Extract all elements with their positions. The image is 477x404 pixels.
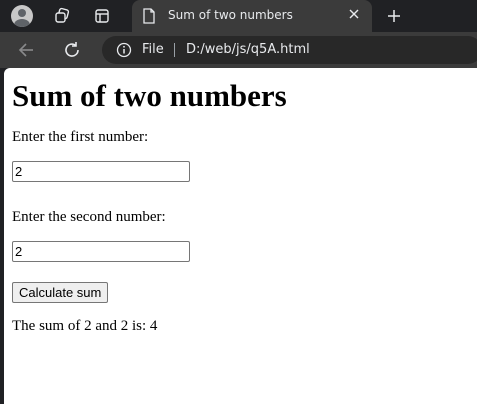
- url-text[interactable]: D:/web/js/q5A.html: [186, 42, 310, 57]
- navigation-toolbar: File D:/web/js/q5A.html: [0, 32, 477, 68]
- close-tab-icon[interactable]: [346, 8, 362, 24]
- second-number-label: Enter the second number:: [12, 209, 166, 225]
- first-number-input[interactable]: [12, 161, 190, 182]
- page-icon: [142, 8, 156, 28]
- page-heading: Sum of two numbers: [12, 78, 287, 113]
- page-content: Sum of two numbers Enter the first numbe…: [4, 78, 477, 335]
- second-number-input[interactable]: [12, 241, 190, 262]
- calculate-sum-button[interactable]: Calculate sum: [12, 282, 109, 303]
- info-icon[interactable]: [116, 42, 132, 62]
- tab-title: Sum of two numbers: [168, 8, 293, 22]
- tab-actions-icon[interactable]: [90, 4, 114, 28]
- first-number-label: Enter the first number:: [12, 129, 149, 145]
- tab-strip: Sum of two numbers: [0, 0, 477, 32]
- new-tab-icon[interactable]: [382, 4, 406, 28]
- address-separator: [174, 43, 175, 57]
- workspaces-icon[interactable]: [50, 4, 74, 28]
- address-bar[interactable]: File D:/web/js/q5A.html: [102, 36, 477, 64]
- active-tab[interactable]: Sum of two numbers: [132, 0, 372, 32]
- back-arrow-icon[interactable]: [16, 40, 36, 64]
- url-scheme-label: File: [142, 42, 164, 57]
- page-viewport: Sum of two numbers Enter the first numbe…: [4, 68, 477, 404]
- reload-icon[interactable]: [62, 40, 82, 64]
- profile-avatar-icon[interactable]: [10, 4, 34, 28]
- sum-result-text: The sum of 2 and 2 is: 4: [12, 318, 158, 334]
